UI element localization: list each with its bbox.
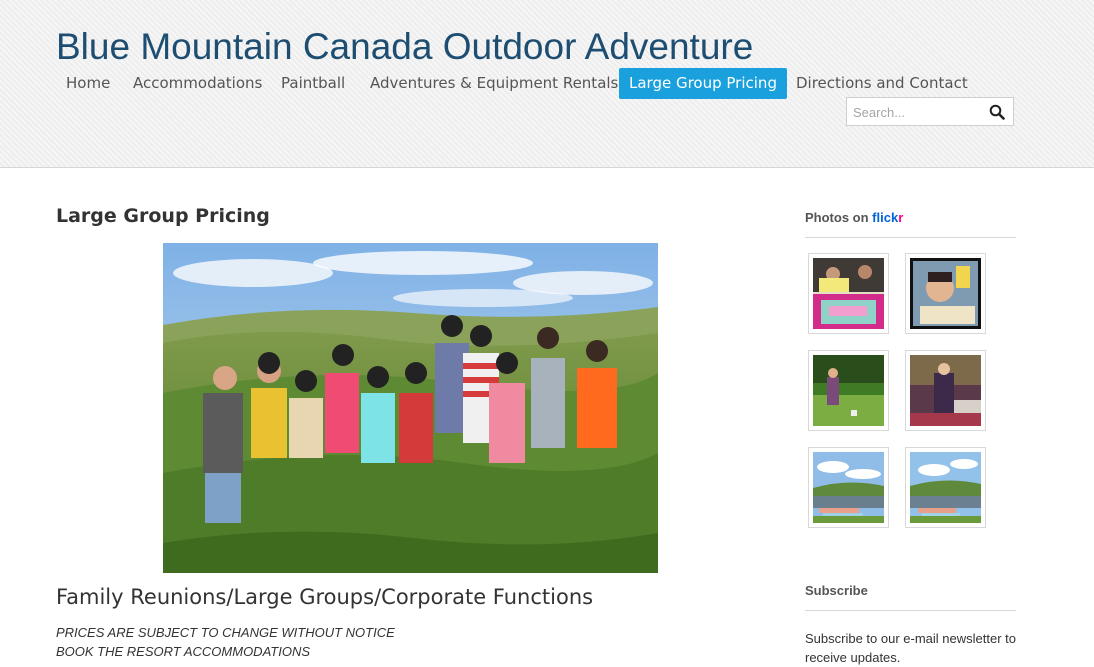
photos-label: Photos on (805, 210, 873, 225)
flickr-thumb-6[interactable] (905, 447, 986, 528)
nav-item-adventures[interactable]: Adventures & Equipment Rentals (360, 68, 628, 99)
flickr-logo[interactable]: flick (872, 210, 898, 225)
flickr-thumb-2[interactable] (905, 253, 986, 334)
flickr-thumb-5[interactable] (808, 447, 889, 528)
flickr-logo-r[interactable]: r (898, 210, 903, 225)
section-title: Family Reunions/Large Groups/Corporate F… (56, 585, 594, 609)
nav-item-large-group-pricing[interactable]: Large Group Pricing (619, 68, 787, 99)
flickr-widget-title: Photos on flickr (805, 210, 1016, 238)
site-title[interactable]: Blue Mountain Canada Outdoor Adventure (56, 26, 753, 68)
site-header: Blue Mountain Canada Outdoor Adventure H… (0, 0, 1094, 168)
subscribe-widget-title: Subscribe (805, 583, 1016, 611)
nav-item-accommodations[interactable]: Accommodations (123, 68, 272, 99)
search-box (846, 97, 1014, 126)
nav-item-paintball[interactable]: Paintball (271, 68, 355, 99)
subscribe-description: Subscribe to our e-mail newsletter to re… (805, 631, 1016, 665)
flickr-thumb-1[interactable] (808, 253, 889, 334)
flickr-thumb-3[interactable] (808, 350, 889, 431)
price-notice: PRICES ARE SUBJECT TO CHANGE WITHOUT NOT… (56, 625, 395, 640)
booking-notice: BOOK THE RESORT ACCOMMODATIONS (56, 644, 311, 659)
nav-item-directions-contact[interactable]: Directions and Contact (786, 68, 978, 99)
page-title: Large Group Pricing (56, 205, 270, 227)
magnifier-icon[interactable] (989, 104, 1005, 120)
search-input[interactable] (853, 103, 981, 121)
nav-item-home[interactable]: Home (56, 68, 120, 99)
group-photo (163, 243, 658, 573)
flickr-thumb-4[interactable] (905, 350, 986, 431)
